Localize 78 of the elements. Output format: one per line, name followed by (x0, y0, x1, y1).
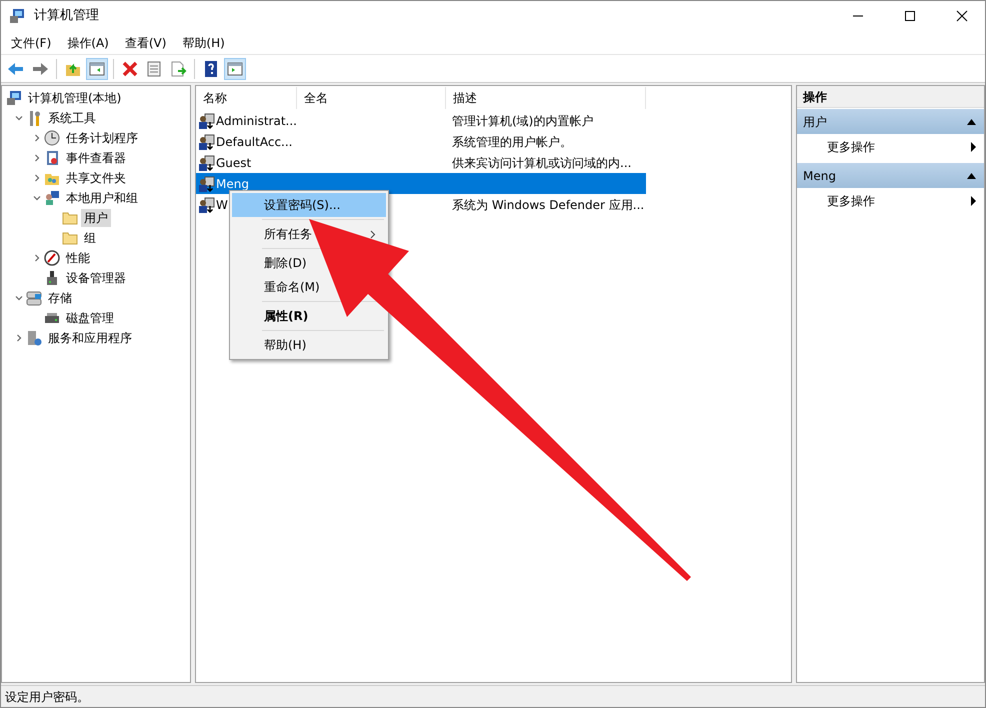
device-icon (44, 270, 60, 286)
collapsed-chevron-icon[interactable] (33, 154, 41, 162)
properties-icon[interactable] (145, 60, 163, 78)
tree-item[interactable]: 事件查看器 (63, 149, 129, 167)
menu-item[interactable]: 操作(A) (59, 34, 117, 52)
tree-item[interactable]: 系统工具 (45, 109, 99, 127)
user-description: 供来宾访问计算机或访问域的内... (451, 154, 632, 172)
expanded-chevron-icon[interactable] (33, 194, 41, 202)
menu-item[interactable]: 所有任务 (232, 222, 312, 246)
action-item[interactable]: 更多操作 (797, 188, 984, 213)
menu-item[interactable]: 重命名(M) (232, 275, 320, 299)
user-icon (197, 112, 215, 128)
close-icon[interactable] (956, 10, 968, 22)
user-icon (197, 196, 215, 212)
maximize-icon[interactable] (904, 10, 916, 22)
status-text: 设定用户密码。 (1, 685, 985, 707)
user-name: Guest (216, 154, 252, 172)
user-icon (197, 154, 215, 170)
menu-item[interactable]: 帮助(H) (232, 333, 306, 357)
menu-item[interactable]: 设置密码(S)... (232, 193, 386, 217)
clock-icon (44, 130, 60, 146)
computer-icon (9, 8, 25, 24)
user-name: DefaultAcc... (216, 134, 292, 150)
tree-item[interactable]: 性能 (63, 249, 93, 267)
tree-item[interactable]: 用户 (81, 209, 111, 227)
collapse-triangle-icon (967, 172, 976, 178)
users-icon (44, 190, 60, 206)
collapsed-chevron-icon[interactable] (15, 334, 23, 342)
user-description: 管理计算机(域)的内置帐户 (451, 112, 594, 130)
submenu-triangle-icon (971, 196, 976, 206)
tree-item[interactable]: 计算机管理(本地) (25, 89, 124, 107)
gauge-icon (44, 250, 60, 266)
tree-item[interactable]: 设备管理器 (63, 269, 129, 287)
menu-item[interactable]: 帮助(H) (174, 34, 233, 52)
column-header[interactable]: 全名 (297, 87, 446, 109)
computer-icon (6, 90, 22, 106)
help-icon[interactable] (202, 60, 220, 78)
collapsed-chevron-icon[interactable] (33, 254, 41, 262)
menu-item[interactable]: 删除(D) (232, 251, 307, 275)
section-header[interactable]: Meng (797, 163, 984, 188)
user-description: 系统管理的用户帐户。 (451, 134, 572, 150)
folder-icon (62, 210, 78, 226)
expanded-chevron-icon[interactable] (15, 114, 23, 122)
column-header[interactable]: 名称 (196, 87, 297, 109)
collapse-triangle-icon (967, 118, 976, 124)
column-header[interactable]: 描述 (446, 87, 646, 109)
collapsed-chevron-icon[interactable] (33, 174, 41, 182)
tree-item[interactable]: 组 (81, 229, 99, 247)
action-item[interactable]: 更多操作 (797, 134, 984, 159)
user-name: W (216, 196, 228, 214)
collapsed-chevron-icon[interactable] (33, 134, 41, 142)
user-icon (197, 134, 215, 150)
user-icon (197, 176, 215, 192)
submenu-triangle-icon (971, 142, 976, 152)
tree-item[interactable]: 存储 (45, 289, 75, 307)
log-icon (44, 150, 60, 166)
pane-header: 操作 (797, 86, 984, 108)
tree-item[interactable]: 本地用户和组 (63, 189, 141, 207)
section-header[interactable]: 用户 (797, 109, 984, 134)
menu-item[interactable]: 查看(V) (116, 34, 174, 52)
expanded-chevron-icon[interactable] (15, 294, 23, 302)
user-name: Administrat... (216, 112, 297, 130)
storage-icon (26, 290, 42, 306)
export-list-icon[interactable] (169, 60, 187, 78)
services-icon (26, 330, 42, 346)
user-description: 系统为 Windows Defender 应用... (451, 196, 644, 214)
selected-row[interactable]: Meng (196, 173, 646, 194)
disk-drive-icon (44, 310, 60, 326)
tree-item[interactable]: 服务和应用程序 (45, 329, 135, 347)
tree-item[interactable]: 共享文件夹 (63, 169, 129, 187)
menu-item[interactable]: 文件(F) (3, 34, 60, 52)
delete-icon[interactable] (121, 60, 139, 78)
user-name: Meng (216, 176, 249, 192)
tree-item[interactable]: 磁盘管理 (63, 309, 117, 327)
window-title: 计算机管理 (34, 7, 100, 26)
menu-item[interactable]: 属性(R) (232, 304, 308, 328)
tree-item[interactable]: 任务计划程序 (63, 129, 141, 147)
folder-icon (62, 230, 78, 246)
